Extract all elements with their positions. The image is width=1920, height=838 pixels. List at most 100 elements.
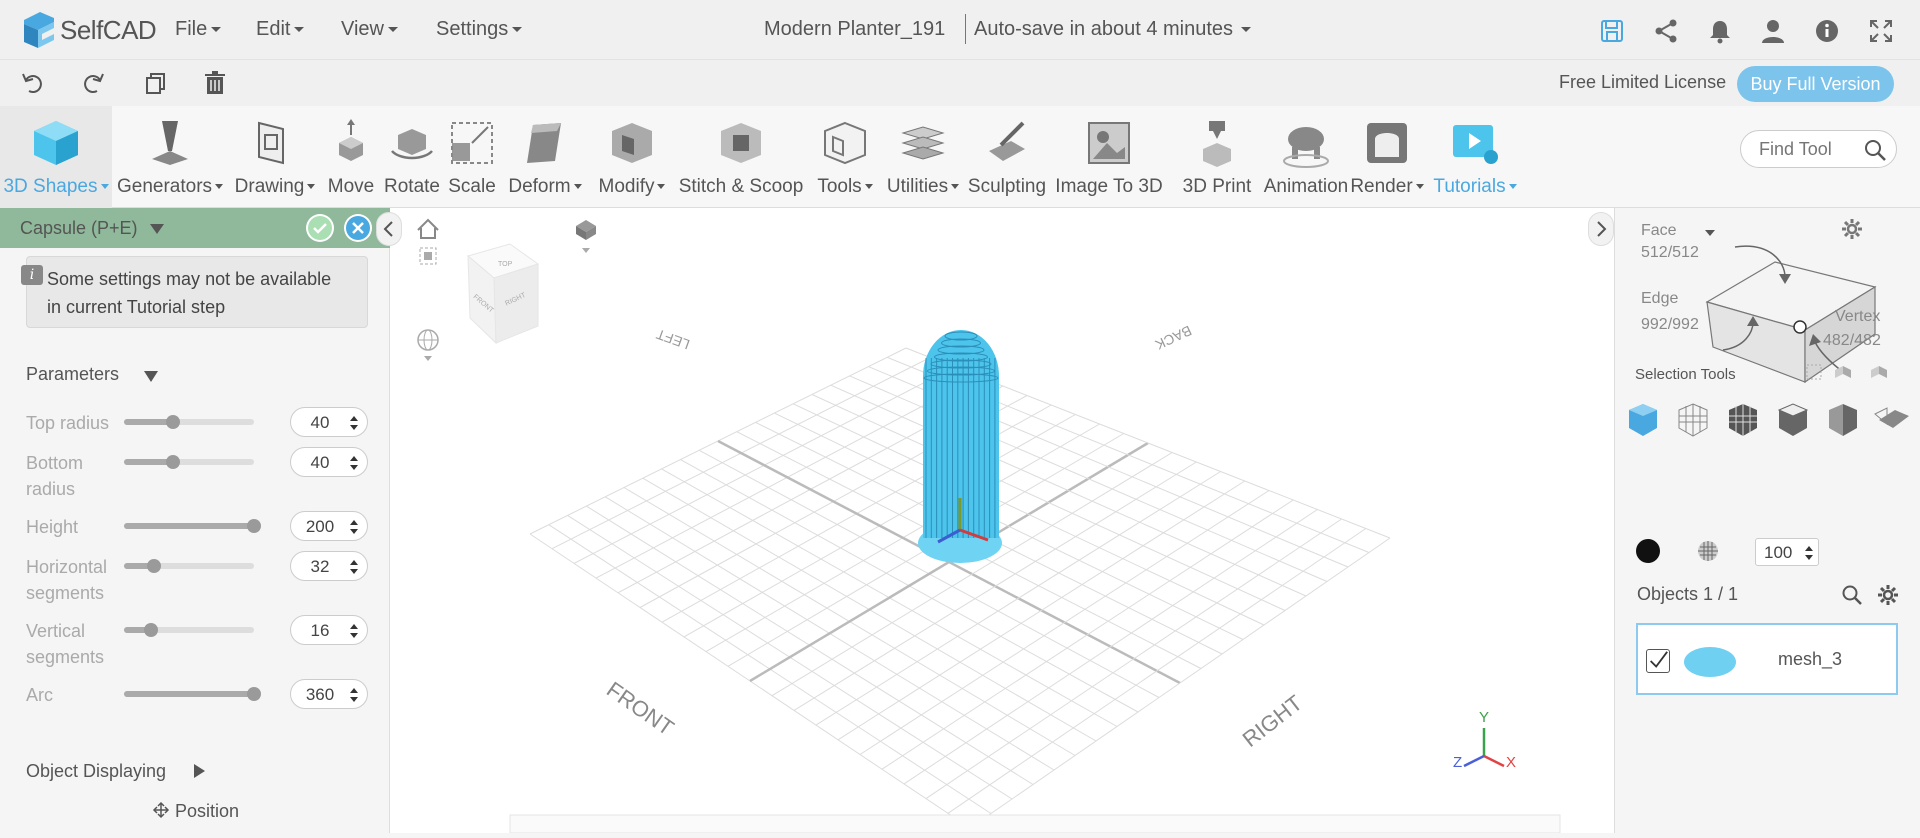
slider-knob[interactable] xyxy=(166,455,181,469)
object-search-icon[interactable] xyxy=(1841,584,1863,606)
fullscreen-icon[interactable] xyxy=(1868,18,1894,44)
tool-render[interactable]: Render xyxy=(1346,106,1428,208)
parameters-title[interactable]: Parameters xyxy=(26,364,119,385)
texture-icon[interactable] xyxy=(1695,538,1721,564)
param-slider[interactable] xyxy=(124,687,261,701)
find-tool-input[interactable] xyxy=(1759,139,1859,160)
tool-utilities[interactable]: Utilities xyxy=(882,106,964,208)
cancel-close-icon[interactable] xyxy=(344,214,372,242)
selection-tool-mini-icons[interactable] xyxy=(1805,362,1905,382)
perspective-icon[interactable] xyxy=(417,329,439,361)
menu-bar: SelfCAD File Edit View Settings Modern P… xyxy=(0,0,1920,60)
spinner-arrows-icon[interactable] xyxy=(349,557,359,577)
menu-edit[interactable]: Edit xyxy=(256,18,304,41)
apply-check-icon[interactable] xyxy=(306,214,334,242)
tool-3d-shapes[interactable]: 3D Shapes xyxy=(0,106,112,208)
param-number-input[interactable]: 32 xyxy=(290,551,368,581)
spinner-arrows-icon[interactable] xyxy=(349,517,359,537)
search-icon[interactable] xyxy=(1862,137,1888,163)
copy-icon[interactable] xyxy=(142,70,168,96)
fit-view-icon[interactable] xyxy=(419,247,437,265)
color-swatch-icon[interactable] xyxy=(1635,538,1661,564)
tool-tools[interactable]: Tools xyxy=(808,106,882,208)
slider-knob[interactable] xyxy=(146,559,161,573)
selection-shape-tools[interactable] xyxy=(1625,398,1915,442)
spinner-arrows-icon[interactable] xyxy=(1804,543,1814,563)
tool-sculpting[interactable]: Sculpting xyxy=(964,106,1050,208)
tool-rotate[interactable]: Rotate xyxy=(380,106,444,208)
slider-knob[interactable] xyxy=(247,519,261,533)
param-slider[interactable] xyxy=(124,623,254,637)
tool-label: Stitch & Scoop xyxy=(678,176,804,197)
info-icon[interactable] xyxy=(1814,18,1840,44)
redo-icon[interactable] xyxy=(80,70,106,96)
objects-count-label: Objects 1 / 1 xyxy=(1637,584,1739,604)
autosave-status[interactable]: Auto-save in about 4 minutes xyxy=(974,18,1251,41)
panel-title-dropdown-icon[interactable] xyxy=(150,224,164,234)
tool-image-to-3d[interactable]: Image To 3D xyxy=(1050,106,1168,208)
param-number-input[interactable]: 40 xyxy=(290,447,368,477)
tool-generators[interactable]: Generators xyxy=(112,106,228,208)
slider-knob[interactable] xyxy=(247,687,261,701)
tool-modify[interactable]: Modify xyxy=(590,106,674,208)
parameters-collapse-icon[interactable] xyxy=(144,371,158,382)
tool-move[interactable]: Move xyxy=(322,106,380,208)
save-icon[interactable] xyxy=(1599,18,1625,44)
vertex-mode-label[interactable]: Vertex xyxy=(1835,308,1880,326)
tool-tutorials[interactable]: Tutorials xyxy=(1428,106,1522,208)
chevron-left-icon xyxy=(383,221,393,237)
undo-icon[interactable] xyxy=(20,70,46,96)
buy-full-version-button[interactable]: Buy Full Version xyxy=(1737,66,1894,102)
param-slider[interactable] xyxy=(124,415,254,429)
bell-icon[interactable] xyxy=(1707,18,1733,44)
spinner-arrows-icon[interactable] xyxy=(349,453,359,473)
collapse-left-panel-button[interactable] xyxy=(376,212,402,246)
spinner-arrows-icon[interactable] xyxy=(349,413,359,433)
object-list-item[interactable]: mesh_3 xyxy=(1636,623,1898,695)
param-number-input[interactable]: 200 xyxy=(290,511,368,541)
edge-count: 992/992 xyxy=(1641,316,1699,333)
view-cube[interactable]: TOP FRONT RIGHT xyxy=(466,243,540,345)
trash-icon[interactable] xyxy=(202,70,228,96)
capsule-mesh[interactable] xyxy=(918,330,1002,563)
tool-stitch-scoop[interactable]: Stitch & Scoop xyxy=(674,106,808,208)
param-number-input[interactable]: 40 xyxy=(290,407,368,437)
collapse-right-panel-button[interactable] xyxy=(1588,212,1614,246)
tool-drawing[interactable]: Drawing xyxy=(228,106,322,208)
param-slider[interactable] xyxy=(124,559,254,573)
menu-file[interactable]: File xyxy=(175,18,221,41)
objects-settings-gear-icon[interactable] xyxy=(1877,584,1899,606)
camera-mode-icon[interactable] xyxy=(576,220,596,253)
object-displaying-title[interactable]: Object Displaying xyxy=(26,761,166,782)
param-slider[interactable] xyxy=(124,455,254,469)
param-slider[interactable] xyxy=(124,519,261,533)
spinner-arrows-icon[interactable] xyxy=(349,621,359,641)
share-icon[interactable] xyxy=(1653,18,1679,44)
menu-view[interactable]: View xyxy=(341,18,398,41)
selfcad-logo[interactable]: SelfCAD xyxy=(20,10,157,50)
tool-3d-print[interactable]: 3D Print xyxy=(1168,106,1266,208)
param-number-input[interactable]: 16 xyxy=(290,615,368,645)
object-visibility-checkbox[interactable] xyxy=(1646,649,1670,673)
slider-knob[interactable] xyxy=(166,415,181,429)
edge-mode-label[interactable]: Edge xyxy=(1641,290,1678,308)
find-tool-search[interactable] xyxy=(1740,130,1897,168)
tool-scale[interactable]: Scale xyxy=(444,106,500,208)
home-view-icon[interactable] xyxy=(417,218,439,239)
menu-settings[interactable]: Settings xyxy=(436,18,522,41)
document-title[interactable]: Modern Planter_191 xyxy=(764,18,945,41)
spinner-arrows-icon[interactable] xyxy=(349,685,359,705)
position-row[interactable]: Position xyxy=(152,801,239,822)
scale-icon xyxy=(446,114,498,172)
3d-viewport[interactable]: LEFT BACK FRONT RIGHT TOP FRONT RIGHT Y … xyxy=(376,208,1614,834)
opacity-input[interactable]: 100 xyxy=(1755,538,1819,566)
scene-canvas[interactable]: LEFT BACK FRONT RIGHT TOP FRONT RIGHT Y … xyxy=(390,208,1614,834)
slider-knob[interactable] xyxy=(144,623,159,637)
tool-animation[interactable]: Animation xyxy=(1264,106,1348,208)
user-icon[interactable] xyxy=(1760,18,1786,44)
move-icon xyxy=(325,114,377,172)
object-displaying-expand-icon[interactable] xyxy=(194,764,205,778)
tool-deform[interactable]: Deform xyxy=(500,106,590,208)
face-mode-label[interactable]: Face xyxy=(1641,222,1677,240)
param-number-input[interactable]: 360 xyxy=(290,679,368,709)
